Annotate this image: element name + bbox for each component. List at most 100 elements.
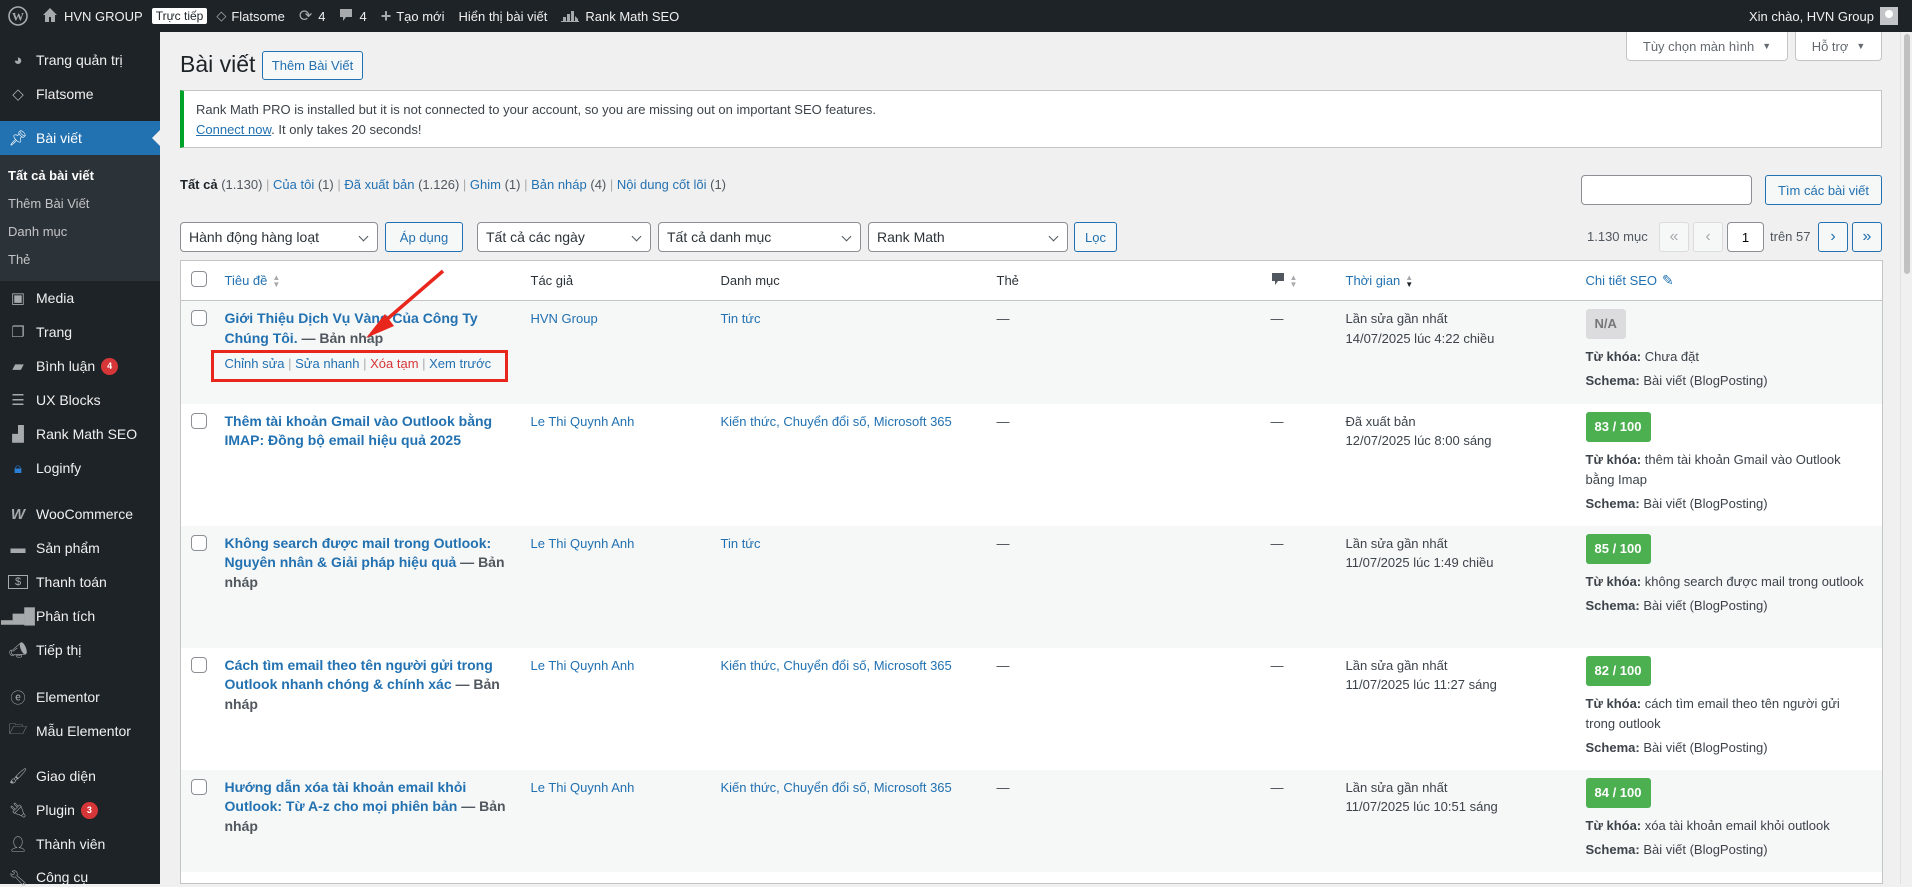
author-link[interactable]: HVN Group <box>531 311 598 326</box>
flatsome-icon: ◇ <box>216 8 227 23</box>
sort-by-title[interactable]: Tiêu đề ▲ ▼ <box>225 273 281 288</box>
submenu-tags[interactable]: Thẻ <box>0 246 160 274</box>
scrollbar-thumb[interactable] <box>1904 34 1910 274</box>
view-posts-link[interactable]: Hiển thị bài viết <box>451 0 554 32</box>
prev-page-button[interactable]: ‹ <box>1693 222 1723 252</box>
site-name-link[interactable]: HVN GROUP <box>35 0 150 32</box>
sidebar-item-products[interactable]: ▬ Sản phẩm <box>0 531 160 565</box>
post-title-link[interactable]: Không search được mail trong Outlook: Ng… <box>225 535 492 571</box>
category-filter-select[interactable]: Tất cả danh mục <box>658 222 861 252</box>
home-icon <box>42 7 58 26</box>
screen-options-button[interactable]: Tùy chọn màn hình ▼ <box>1626 32 1788 61</box>
search-posts-button[interactable]: Tìm các bài viết <box>1765 175 1882 205</box>
sidebar-item-dashboard[interactable]: ◕ Trang quản trị <box>0 43 160 77</box>
updates-link[interactable]: ⟳ 4 <box>292 0 333 32</box>
row-checkbox[interactable] <box>191 656 207 673</box>
next-page-button[interactable]: › <box>1818 222 1848 252</box>
category-links[interactable]: Tin tức <box>721 536 761 551</box>
first-page-button[interactable]: « <box>1659 222 1689 252</box>
help-button[interactable]: Hỗ trợ ▼ <box>1795 32 1882 61</box>
comments-link[interactable]: 4 <box>332 0 373 32</box>
add-new-post-button[interactable]: Thêm Bài Viết <box>262 51 363 80</box>
user-greeting[interactable]: Xin chào, HVN Group <box>1749 9 1874 24</box>
sidebar-item-elementor-templates[interactable]: 🗁︎ Mẫu Elementor <box>0 714 160 748</box>
view-sticky[interactable]: Ghim (1) <box>470 177 521 192</box>
pages-icon: ❐ <box>11 324 25 341</box>
updates-icon: ⟳ <box>298 8 313 25</box>
last-page-button[interactable]: » <box>1852 222 1882 252</box>
sidebar-item-woocommerce[interactable]: W WooCommerce <box>0 497 160 531</box>
bulk-action-select[interactable]: Hành động hàng loạt <box>180 222 378 252</box>
view-published[interactable]: Đã xuất bản (1.126) <box>344 177 459 192</box>
search-posts-input[interactable] <box>1581 175 1752 205</box>
connect-now-link[interactable]: Connect now <box>196 122 271 137</box>
sidebar-item-flatsome[interactable]: ◇ Flatsome <box>0 77 160 111</box>
sidebar-item-elementor[interactable]: ⓔ Elementor <box>0 680 160 714</box>
row-checkbox[interactable] <box>191 778 207 795</box>
category-links[interactable]: Kiến thức, Chuyển đổi số, Microsoft 365 <box>721 414 952 429</box>
main-content: Tùy chọn màn hình ▼ Hỗ trợ ▼ Bài viết Thêm… <box>160 32 1912 884</box>
category-links[interactable]: Kiến thức, Chuyển đổi số, Microsoft 365 <box>721 658 952 673</box>
plus-icon: + <box>380 5 392 26</box>
sort-arrows-icon: ▲ ▼ <box>272 272 281 289</box>
tags-column-header: Thẻ <box>986 260 1261 301</box>
date-filter-select[interactable]: Tất cả các ngày <box>477 222 651 252</box>
rankmath-link[interactable]: Rank Math SEO <box>554 0 686 32</box>
sidebar-item-plugins[interactable]: 🔌︎ Plugin 3 <box>0 793 160 827</box>
author-link[interactable]: Le Thi Quynh Anh <box>531 780 635 795</box>
apply-button[interactable]: Áp dụng <box>385 222 463 252</box>
author-link[interactable]: Le Thi Quynh Anh <box>531 414 635 429</box>
sidebar-item-users[interactable]: 👤︎ Thành viên <box>0 827 160 861</box>
folder-icon: 🗁︎ <box>8 720 28 738</box>
sort-desc-icon: ▲ ▼ <box>1405 272 1414 289</box>
sidebar-item-marketing[interactable]: 📣︎ Tiếp thị <box>0 633 160 667</box>
sidebar-item-loginfy[interactable]: 🔒︎ Loginfy <box>0 451 160 485</box>
comments-cell: — <box>1260 769 1336 872</box>
tags-cell: — <box>986 769 1261 872</box>
avatar[interactable] <box>1880 7 1898 25</box>
sidebar-item-tools[interactable]: 🔧︎ Công cụ <box>0 861 160 887</box>
sidebar-item-ux-blocks[interactable]: ☰ UX Blocks <box>0 383 160 417</box>
view-mine[interactable]: Của tôi (1) <box>273 177 334 192</box>
post-title-link[interactable]: Hướng dẫn xóa tài khoản email khỏi Outlo… <box>225 779 467 815</box>
row-checkbox[interactable] <box>191 310 207 326</box>
category-links[interactable]: Tin tức <box>721 311 761 326</box>
view-all[interactable]: Tất cả (1.130) <box>180 177 262 192</box>
seo-details-header[interactable]: Chi tiết SEO ✎ <box>1586 272 1674 289</box>
sidebar-item-appearance[interactable]: 🖌︎ Giao diện <box>0 759 160 793</box>
sort-by-comments[interactable]: ▲ ▼ <box>1271 272 1297 289</box>
row-checkbox[interactable] <box>191 534 207 551</box>
sidebar-item-payments[interactable]: $ Thanh toán <box>0 565 160 599</box>
sort-by-date[interactable]: Thời gian ▲ ▼ <box>1346 273 1414 288</box>
view-cornerstone[interactable]: Nội dung cốt lõi (1) <box>617 177 726 192</box>
sidebar-item-comments[interactable]: ▰ Bình luận 4 <box>0 349 160 383</box>
new-content-link[interactable]: + Tạo mới <box>374 0 452 32</box>
submenu-categories[interactable]: Danh mục <box>0 218 160 246</box>
submenu-all-posts[interactable]: Tất cả bài viết <box>0 162 160 190</box>
post-title-link[interactable]: Thêm tài khoản Gmail vào Outlook bằng IM… <box>225 413 493 449</box>
pencil-icon: ✎ <box>1662 272 1674 288</box>
current-page-input[interactable] <box>1727 222 1764 252</box>
select-all-checkbox[interactable] <box>191 271 207 287</box>
sidebar-item-media[interactable]: ▣ Media <box>0 281 160 315</box>
filter-button[interactable]: Lọc <box>1074 222 1117 252</box>
rankmath-filter-select[interactable]: Rank Math <box>868 222 1068 252</box>
author-link[interactable]: Le Thi Quynh Anh <box>531 536 635 551</box>
category-links[interactable]: Kiến thức, Chuyển đổi số, Microsoft 365 <box>721 780 952 795</box>
page-title: Bài viết <box>180 51 256 77</box>
comments-cell: — <box>1260 525 1336 648</box>
seo-score-badge: 83 / 100 <box>1585 411 1651 442</box>
theme-link[interactable]: ◇ Flatsome <box>209 0 291 32</box>
view-drafts[interactable]: Bản nháp (4) <box>531 177 606 192</box>
sidebar-item-pages[interactable]: ❐ Trang <box>0 315 160 349</box>
row-checkbox[interactable] <box>191 412 207 429</box>
svg-text:W: W <box>12 10 24 24</box>
page-scrollbar[interactable] <box>1900 32 1912 884</box>
author-link[interactable]: Le Thi Quynh Anh <box>531 658 635 673</box>
live-badge[interactable]: Trực tiếp <box>151 8 208 24</box>
sidebar-item-analytics[interactable]: ▂▅█ Phân tích <box>0 599 160 633</box>
sidebar-item-rankmath[interactable]: ▟ Rank Math SEO <box>0 417 160 451</box>
submenu-add-post[interactable]: Thêm Bài Viết <box>0 190 160 218</box>
sidebar-item-posts[interactable]: 📌︎ Bài viết <box>0 121 160 155</box>
wordpress-logo-icon[interactable]: W <box>0 0 35 32</box>
